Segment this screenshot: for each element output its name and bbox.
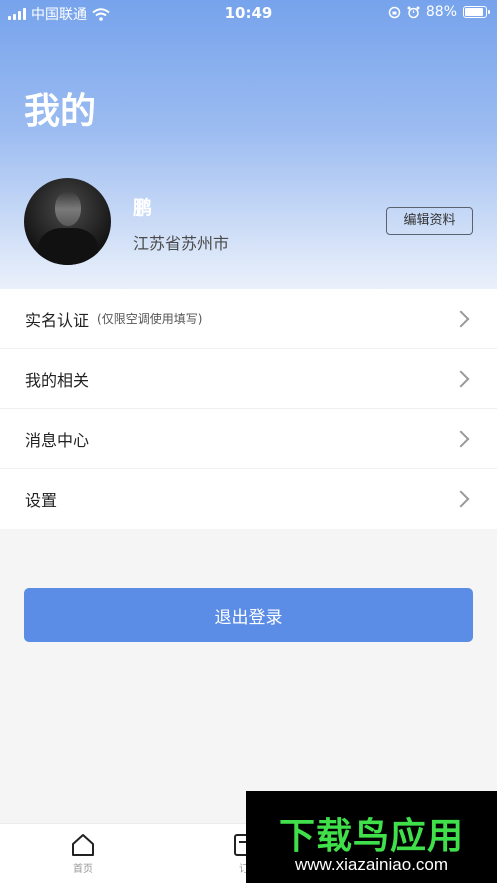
battery-fill [465,8,483,16]
user-location: 江苏省苏州市 [133,234,230,253]
menu-item-real-name-verification[interactable]: 实名认证 (仅限空调使用填写) [0,289,497,349]
menu-item-settings[interactable]: 设置 [0,469,497,529]
menu-item-sublabel: (仅限空调使用填写) [97,312,203,326]
avatar-body-shape [38,228,98,265]
menu-item-label: 我的相关 [25,370,90,390]
avatar-face-shape [55,192,81,226]
chevron-right-icon [452,310,470,328]
menu-item-label: 设置 [25,491,58,510]
page-title: 我的 [24,91,97,132]
menu-item-label: 实名认证 [25,310,90,330]
avatar[interactable] [24,178,111,265]
tab-home-label: 首页 [73,864,93,875]
tab-home[interactable]: 首页 [53,832,113,875]
battery-icon [463,6,490,18]
rotation-lock-icon [388,6,401,18]
chevron-right-icon [452,370,470,388]
edit-profile-button[interactable]: 编辑资料 [386,207,473,235]
watermark-url: www.xiazainiao.com [294,855,449,874]
alarm-icon [407,6,420,18]
menu-item-my-related[interactable]: 我的相关 [0,349,497,409]
watermark-title: 下载鸟应用 [278,816,464,857]
chevron-right-icon [452,430,470,448]
home-icon [72,834,94,856]
status-right: 88% [388,4,490,20]
menu-item-label: 消息中心 [25,430,90,450]
chevron-right-icon [452,490,470,508]
logout-button[interactable]: 退出登录 [24,588,473,642]
menu-item-message-center[interactable]: 消息中心 [0,409,497,469]
watermark-logo: 下载鸟应用 www.xiazainiao.com [246,791,497,883]
user-name: 鹏 [133,197,153,219]
menu-list: 实名认证 (仅限空调使用填写) 我的相关 消息中心 设置 [0,289,497,529]
battery-percent: 88% [425,4,457,20]
status-bar: 中国联通 10:49 88% [0,0,497,26]
